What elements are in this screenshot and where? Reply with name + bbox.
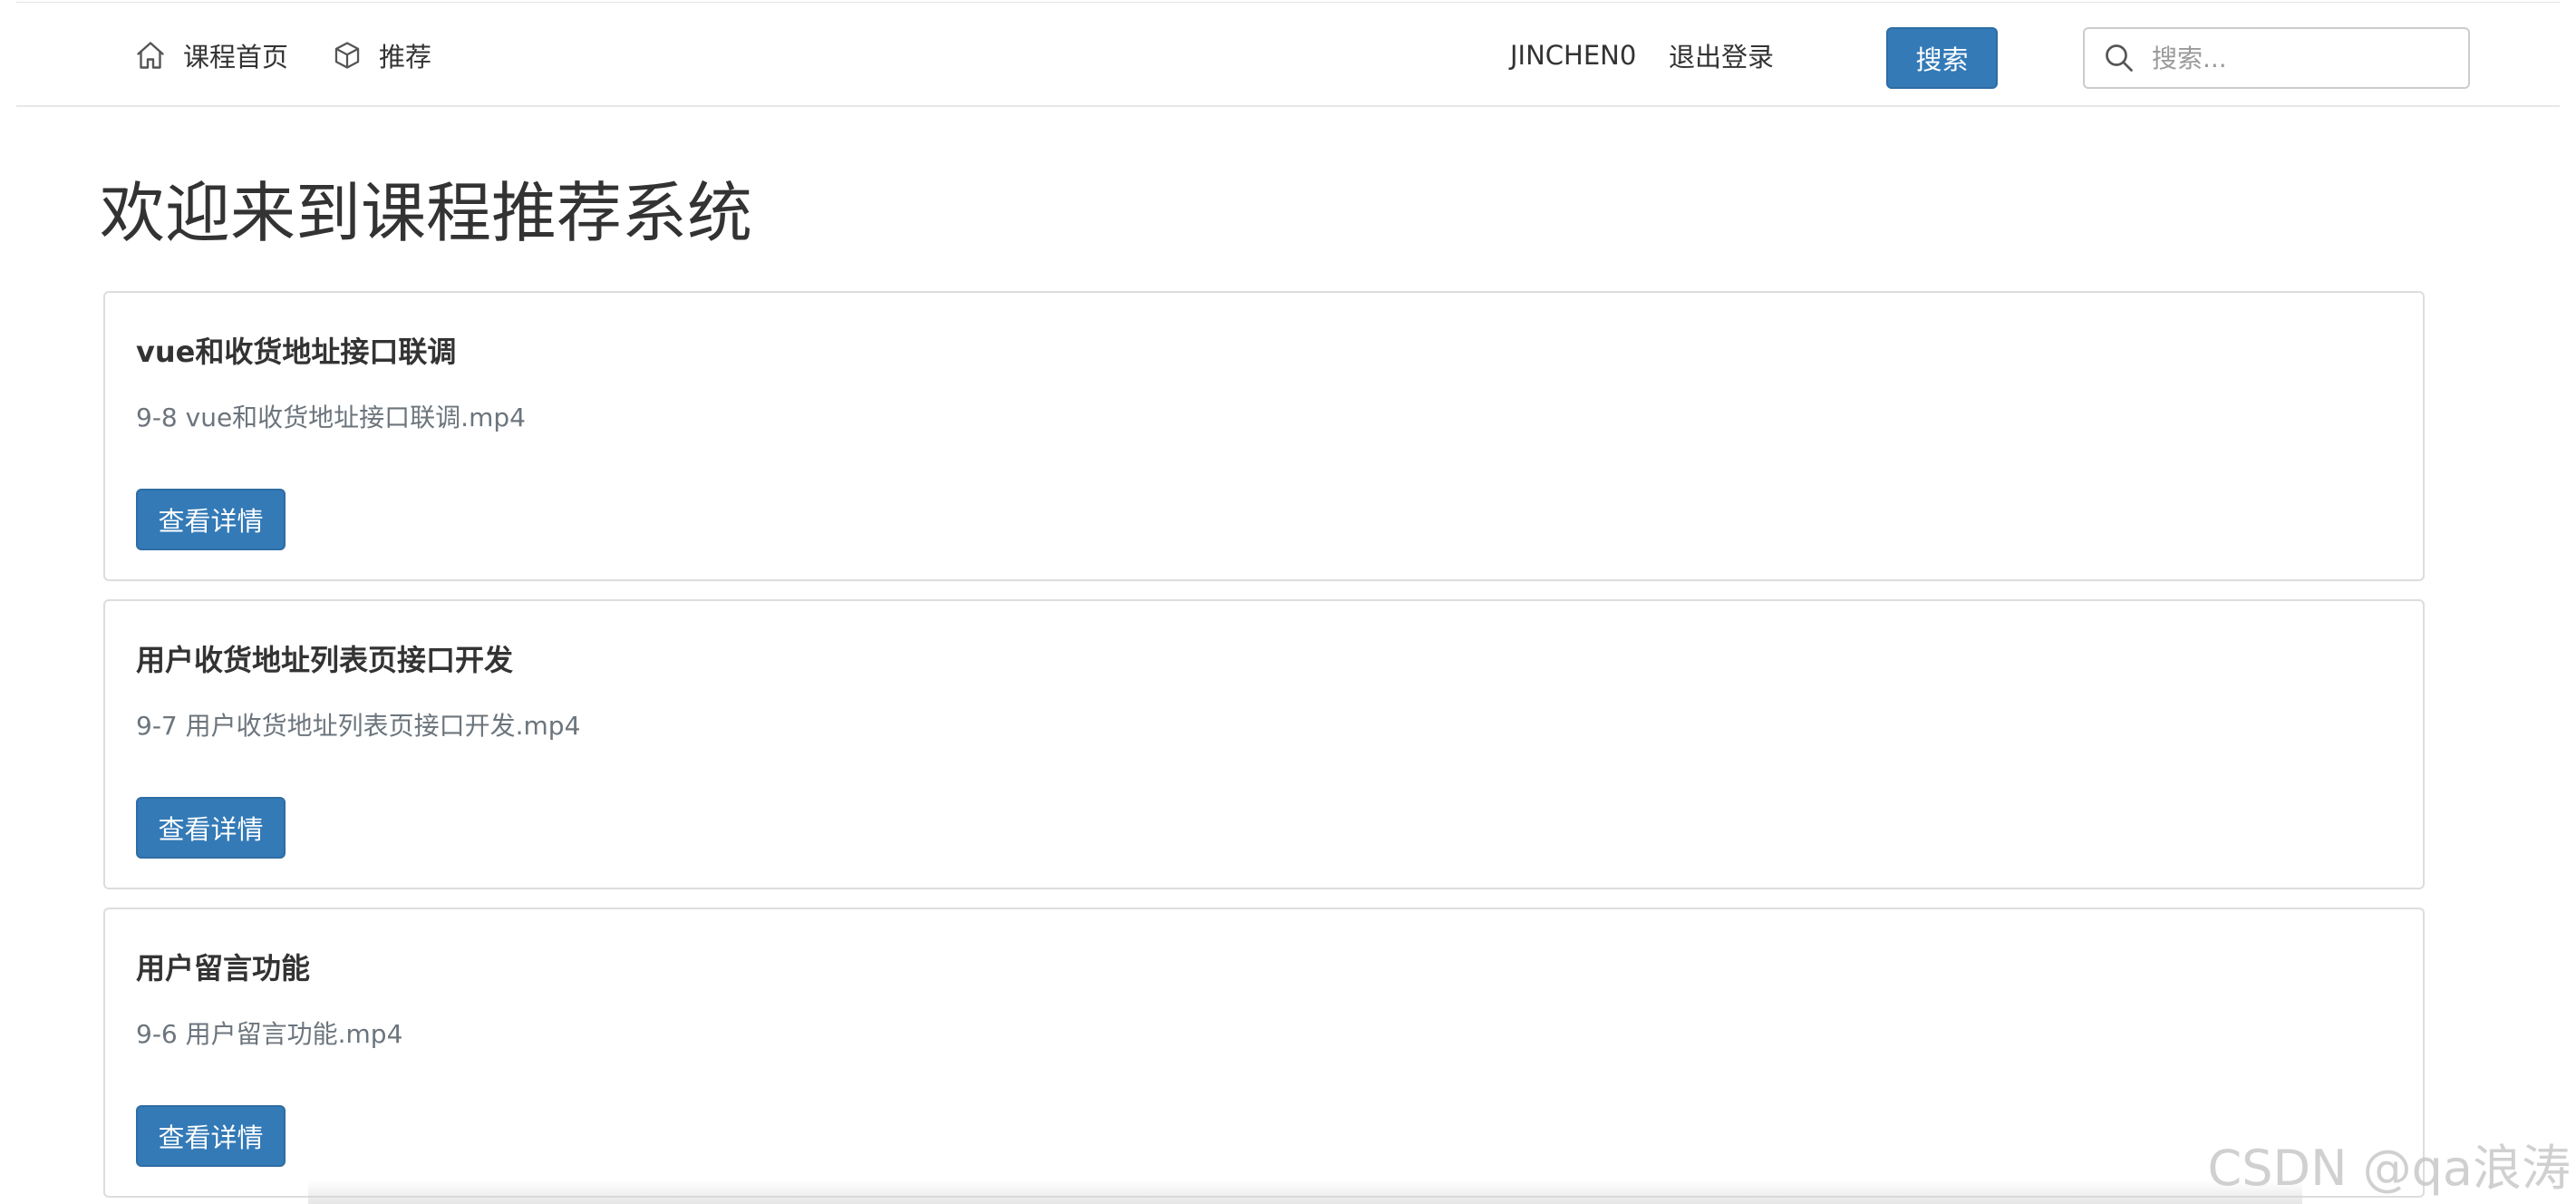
- watermark: CSDN @qa浪涛: [2207, 1140, 2571, 1197]
- logout-link[interactable]: 退出登录: [1669, 3, 1774, 108]
- search-icon: [2103, 42, 2135, 74]
- course-description: 9-7 用户收货地址列表页接口开发.mp4: [136, 711, 581, 741]
- course-card: 用户留言功能 9-6 用户留言功能.mp4 查看详情: [103, 908, 2425, 1198]
- bottom-fade: [308, 1180, 2302, 1204]
- search-box: [2083, 27, 2470, 89]
- course-title: vue和收货地址接口联调: [136, 335, 457, 369]
- course-card: vue和收货地址接口联调 9-8 vue和收货地址接口联调.mp4 查看详情: [103, 291, 2425, 581]
- nav-home-label: 课程首页: [183, 42, 289, 73]
- course-title: 用户收货地址列表页接口开发: [136, 643, 514, 677]
- course-description: 9-8 vue和收货地址接口联调.mp4: [136, 403, 526, 432]
- page-title: 欢迎来到课程推荐系统: [100, 175, 753, 251]
- cube-icon: [332, 40, 363, 71]
- nav-home-link[interactable]: 课程首页: [134, 3, 288, 108]
- top-navbar: 课程首页 推荐 JINCHEN0 退出登录 搜索: [16, 2, 2560, 107]
- nav-recommend-label: 推荐: [379, 42, 432, 73]
- logout-label: 退出登录: [1669, 42, 1775, 73]
- view-details-button[interactable]: 查看详情: [136, 1105, 286, 1167]
- page: 课程首页 推荐 JINCHEN0 退出登录 搜索 搜索... 欢迎来到课程推荐系…: [0, 0, 2576, 1204]
- course-description: 9-6 用户留言功能.mp4: [136, 1019, 403, 1049]
- nav-username-link[interactable]: JINCHEN0: [1510, 3, 1636, 108]
- view-details-button[interactable]: 查看详情: [136, 797, 286, 859]
- home-icon: [134, 39, 167, 72]
- course-title: 用户留言功能: [136, 951, 311, 986]
- nav-recommend-link[interactable]: 推荐: [332, 3, 431, 108]
- view-details-button[interactable]: 查看详情: [136, 489, 286, 550]
- course-card: 用户收货地址列表页接口开发 9-7 用户收货地址列表页接口开发.mp4 查看详情: [103, 599, 2425, 889]
- search-button[interactable]: 搜索: [1886, 27, 1998, 89]
- course-list: vue和收货地址接口联调 9-8 vue和收货地址接口联调.mp4 查看详情 用…: [103, 291, 2425, 1204]
- username-label: JINCHEN0: [1510, 40, 1637, 71]
- search-input[interactable]: [2152, 43, 2424, 73]
